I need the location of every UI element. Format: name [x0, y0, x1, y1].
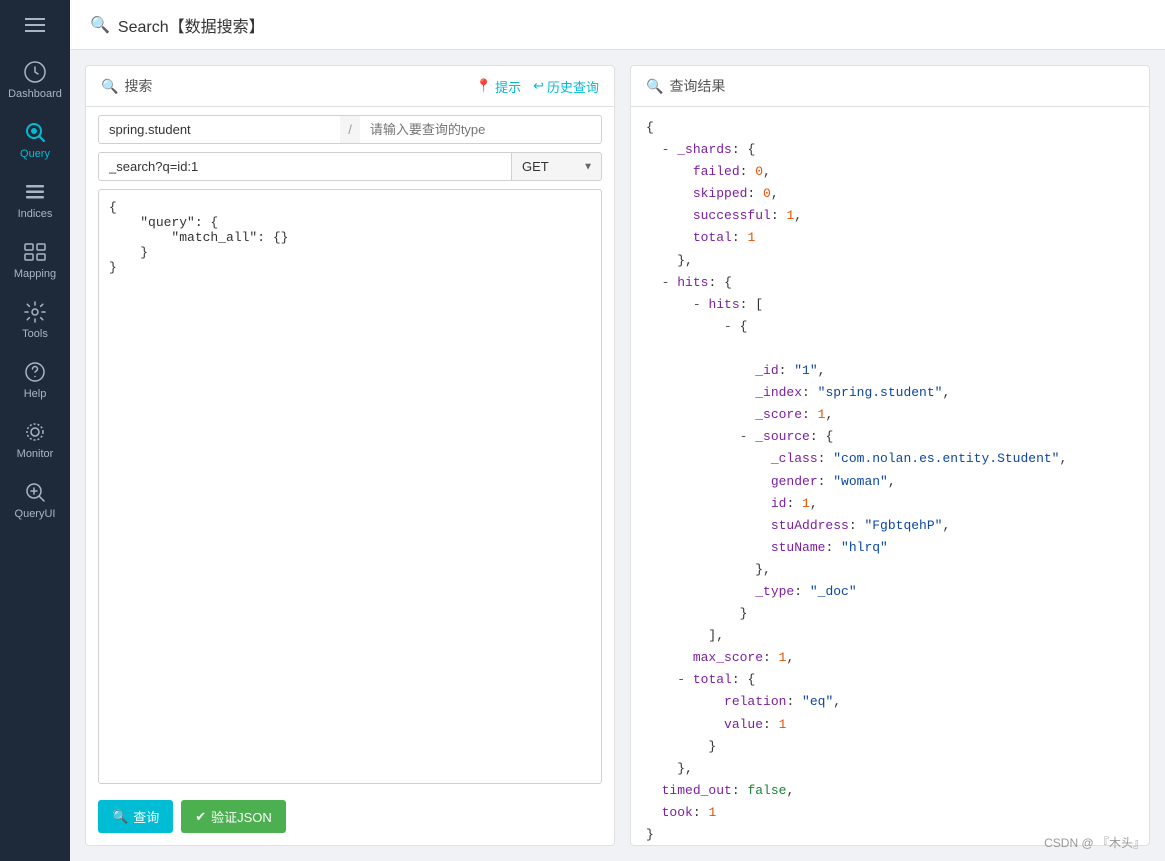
validate-check-icon: ✔ — [195, 809, 206, 825]
search-label: 搜索 — [124, 76, 152, 96]
sidebar-label-indices: Indices — [18, 208, 53, 220]
watermark: CSDN @ 『木头』 — [1044, 834, 1145, 851]
indices-icon — [23, 180, 47, 204]
left-panel-header: 🔍 搜索 📍 提示 ↩ 历史查询 — [86, 66, 614, 107]
method-row: GET POST PUT DELETE ▼ — [86, 152, 614, 189]
monitor-icon — [23, 420, 47, 444]
sidebar: Dashboard Query Indices Mapping — [0, 0, 70, 861]
content-area: 🔍 搜索 📍 提示 ↩ 历史查询 / — [70, 50, 1165, 861]
search-icon-small: 🔍 — [101, 78, 118, 95]
sidebar-item-monitor[interactable]: Monitor — [0, 410, 70, 470]
tools-icon — [23, 300, 47, 324]
search-label-area: 🔍 搜索 — [101, 76, 152, 96]
sidebar-item-tools[interactable]: Tools — [0, 290, 70, 350]
main-content: 🔍 Search【数据搜索】 🔍 搜索 📍 提示 ↩ 历史查询 — [70, 0, 1165, 861]
endpoint-input[interactable] — [98, 152, 511, 181]
index-input[interactable] — [98, 115, 340, 144]
history-icon: ↩ — [533, 78, 544, 94]
method-select[interactable]: GET POST PUT DELETE — [512, 153, 601, 180]
result-code: { - _shards: { failed: 0, skipped: 0, su… — [646, 117, 1134, 845]
index-type-row: / — [86, 107, 614, 152]
header: 🔍 Search【数据搜索】 — [70, 0, 1165, 50]
hamburger-menu[interactable] — [0, 0, 70, 50]
sidebar-item-indices[interactable]: Indices — [0, 170, 70, 230]
sidebar-item-mapping[interactable]: Mapping — [0, 230, 70, 290]
hint-link[interactable]: 📍 提示 — [476, 77, 521, 96]
button-row: 🔍 查询 ✔ 验证JSON — [86, 792, 614, 845]
hamburger-icon — [25, 18, 45, 32]
help-icon — [23, 360, 47, 384]
query-icon — [23, 120, 47, 144]
right-panel: 🔍 查询结果 { - _shards: { failed: 0, skipped… — [630, 65, 1150, 846]
right-panel-header: 🔍 查询结果 — [631, 66, 1149, 107]
hint-label: 提示 — [495, 77, 521, 96]
sidebar-label-query: Query — [20, 148, 50, 160]
validate-button-label: 验证JSON — [211, 807, 272, 826]
history-link[interactable]: ↩ 历史查询 — [533, 77, 599, 96]
sidebar-label-mapping: Mapping — [14, 268, 56, 280]
slash-divider: / — [340, 115, 360, 144]
sidebar-item-queryui[interactable]: QueryUI — [0, 470, 70, 530]
sidebar-item-help[interactable]: Help — [0, 350, 70, 410]
method-select-wrapper: GET POST PUT DELETE ▼ — [511, 152, 602, 181]
left-panel: 🔍 搜索 📍 提示 ↩ 历史查询 / — [85, 65, 615, 846]
sidebar-label-tools: Tools — [22, 328, 48, 340]
result-label: 查询结果 — [669, 76, 725, 96]
hint-icon: 📍 — [476, 78, 492, 94]
mapping-icon — [23, 240, 47, 264]
type-input[interactable] — [360, 115, 602, 144]
query-button[interactable]: 🔍 查询 — [98, 800, 173, 833]
sidebar-label-help: Help — [24, 388, 47, 400]
header-search-icon: 🔍 — [90, 15, 110, 35]
page-title: Search【数据搜索】 — [118, 13, 265, 37]
query-search-icon: 🔍 — [112, 809, 128, 825]
query-button-label: 查询 — [133, 807, 159, 826]
sidebar-item-query[interactable]: Query — [0, 110, 70, 170]
validate-button[interactable]: ✔ 验证JSON — [181, 800, 286, 833]
dashboard-icon — [23, 60, 47, 84]
queryui-icon — [23, 480, 47, 504]
sidebar-label-dashboard: Dashboard — [8, 88, 62, 100]
result-search-icon: 🔍 — [646, 78, 663, 95]
result-content: { - _shards: { failed: 0, skipped: 0, su… — [631, 107, 1149, 845]
history-label: 历史查询 — [547, 77, 599, 96]
header-actions: 📍 提示 ↩ 历史查询 — [476, 77, 599, 96]
sidebar-item-dashboard[interactable]: Dashboard — [0, 50, 70, 110]
sidebar-label-queryui: QueryUI — [15, 508, 56, 520]
sidebar-label-monitor: Monitor — [17, 448, 54, 460]
query-editor[interactable]: { "query": { "match_all": {} } } — [98, 189, 602, 784]
